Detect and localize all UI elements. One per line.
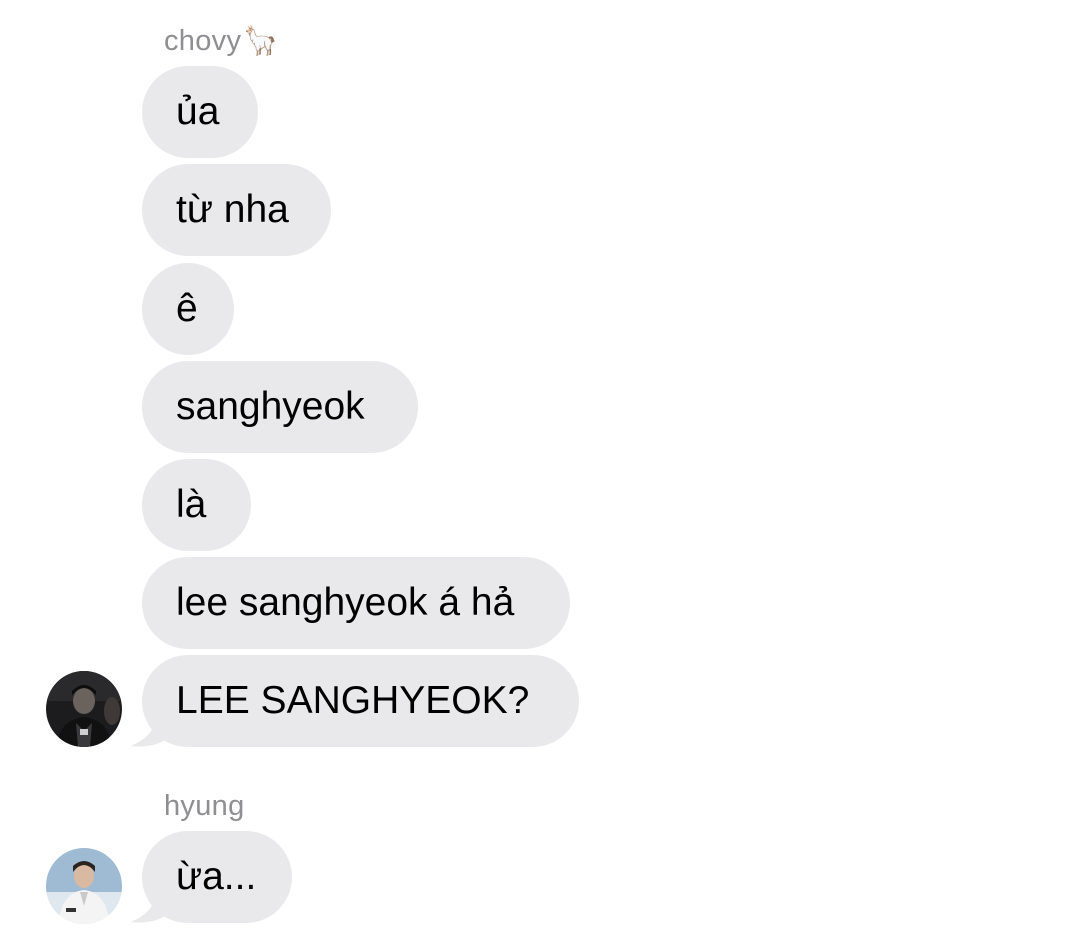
llama-emoji-icon: 🦙 [243,25,279,56]
message-bubble[interactable]: lee sanghyeok á hả [142,557,570,649]
sender-name-hyung: hyung [164,792,245,821]
sender-name-text: chovy [164,25,242,57]
avatar-photo-light-icon [46,848,122,924]
message-bubble[interactable]: sanghyeok [142,361,418,453]
message-text: ủa [176,90,220,133]
message-text: là [176,483,207,526]
hyung-avatar[interactable] [46,848,122,924]
avatar-photo-dark-icon [46,671,122,747]
message-text: lee sanghyeok á hả [176,581,515,624]
sender-name-text: hyung [164,790,245,822]
message-text: từ nha [176,188,289,231]
message-bubble[interactable]: LEE SANGHYEOK? [142,655,579,747]
message-bubble[interactable]: ừa... [142,831,292,923]
message-text: sanghyeok [176,385,365,428]
sender-name-chovy: chovy🦙 [164,27,278,56]
message-text: LEE SANGHYEOK? [176,679,530,722]
message-bubble[interactable]: từ nha [142,164,331,256]
message-text: ê [176,287,198,330]
message-bubble[interactable]: ủa [142,66,258,158]
message-text: ừa... [176,855,257,898]
chovy-avatar[interactable] [46,671,122,747]
message-bubble[interactable]: là [142,459,251,551]
chat-transcript: chovy🦙 ủa từ nha ê sanghyeok là lee sang… [0,0,1080,949]
message-bubble[interactable]: ê [142,263,234,355]
